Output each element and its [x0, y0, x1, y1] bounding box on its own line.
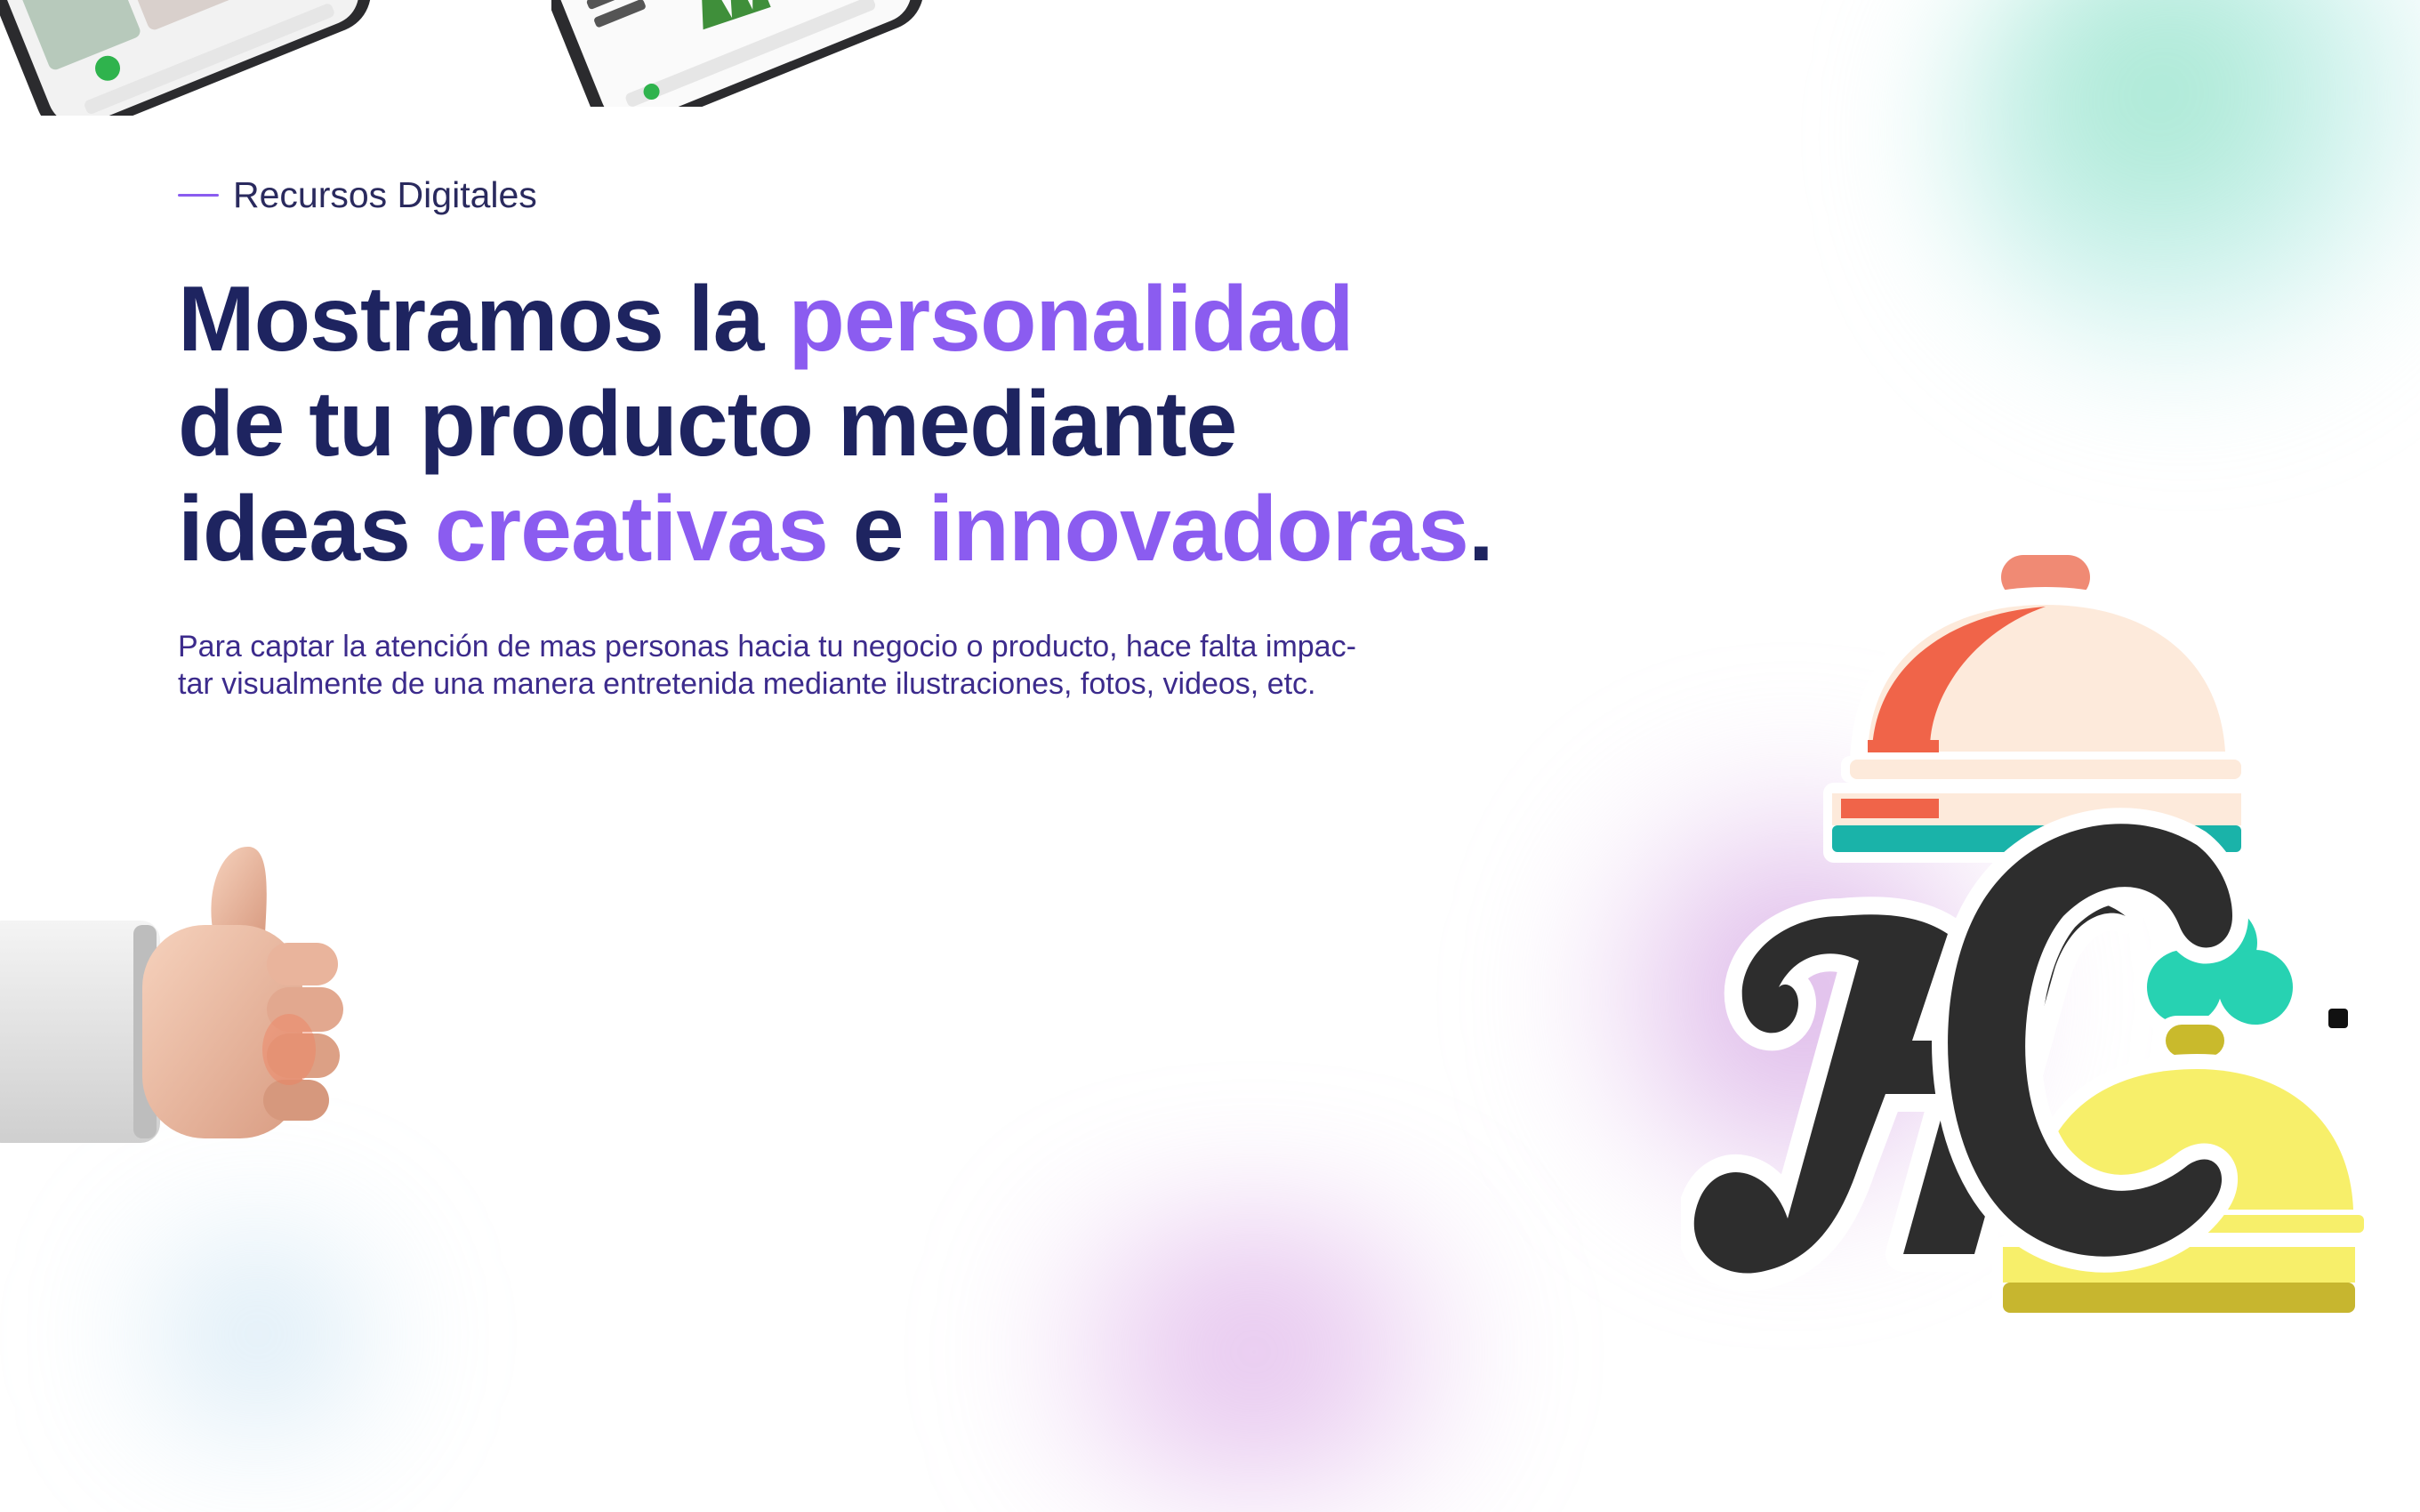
headline-accent: personalidad: [788, 268, 1354, 371]
headline-accent: innovadoras: [928, 478, 1469, 581]
background-blob-bottom: [934, 1192, 1574, 1512]
headline-text: .: [1467, 478, 1494, 581]
eyebrow-label: Recursos Digitales: [233, 174, 537, 215]
headline-line-3: ideas creativas e innovadoras.: [178, 477, 1494, 582]
background-blob-green: [1939, 0, 2420, 391]
hero-description: Para captar la atención de mas personas …: [178, 628, 1441, 703]
headline-line-1: Mostramos la personalidad: [178, 267, 1493, 372]
phone-mockup-right: [551, 0, 924, 107]
headline-text: e: [827, 478, 929, 581]
headline-line-2: de tu producto mediante: [178, 373, 1237, 476]
description-line-2: tar visualmente de una manera entretenid…: [178, 667, 1316, 701]
logo-hc: [1681, 543, 2375, 1325]
headline-text: Mostramos la: [178, 268, 789, 371]
phone-mockup-left: [0, 0, 372, 116]
thumbs-up-icon: [0, 846, 343, 1143]
eyebrow: Recursos Digitales: [178, 174, 537, 216]
logo-letters: [1681, 808, 2248, 1291]
eyebrow-line: [178, 194, 219, 197]
cloche-icon: [1823, 543, 2250, 863]
headline-accent: creativas: [434, 478, 829, 581]
hero-headline: Mostramos la personalidad de tu producto…: [178, 267, 1494, 582]
background-blob-bottom-left: [71, 1210, 445, 1459]
description-line-1: Para captar la atención de mas personas …: [178, 630, 1356, 664]
headline-text: ideas: [178, 478, 435, 581]
